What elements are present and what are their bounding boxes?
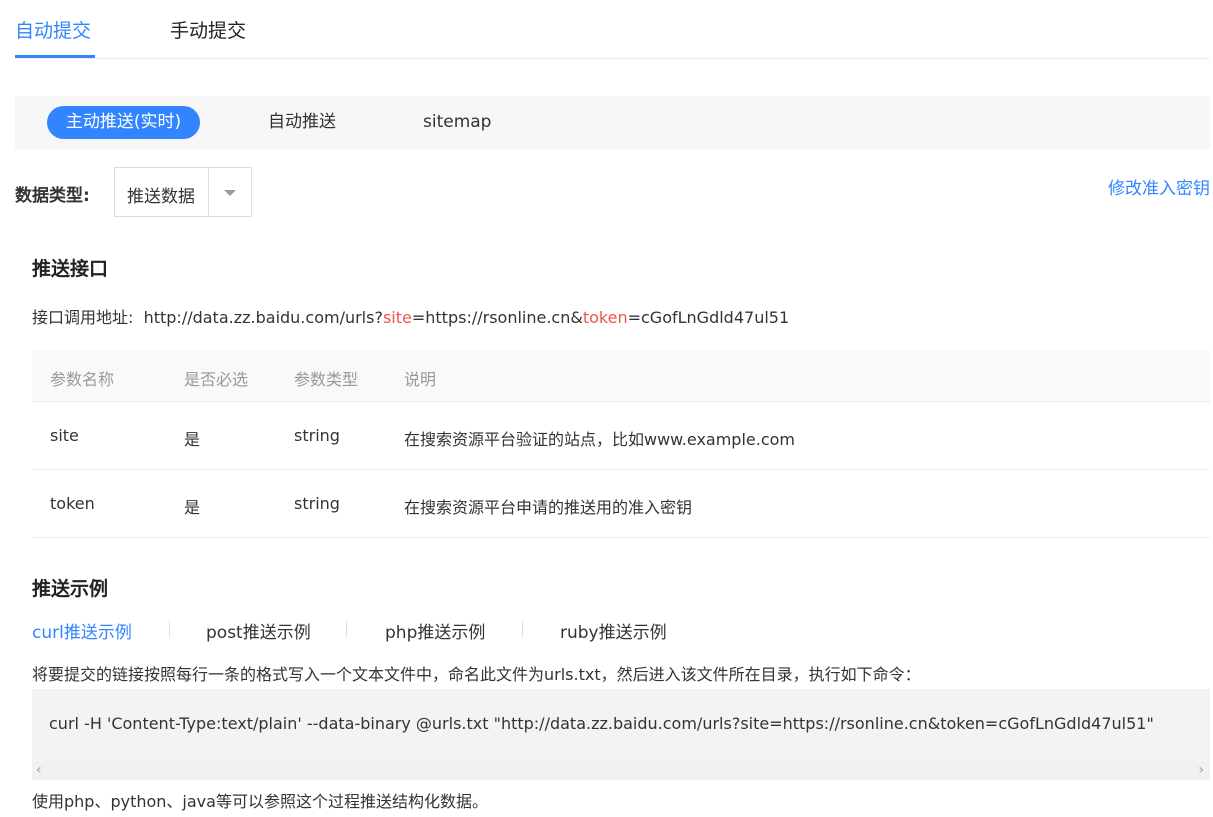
data-type-value: 推送数据 xyxy=(127,187,195,207)
footer-note: 使用php、python、java等可以参照这个过程推送结构化数据。 xyxy=(32,792,488,811)
table-header: 参数名称 是否必选 参数类型 说明 xyxy=(32,350,1210,402)
cell-description: 在搜索资源平台验证的站点，比如www.example.com xyxy=(404,430,796,449)
select-divider xyxy=(208,168,209,216)
chevron-down-icon xyxy=(224,190,236,196)
push-method-tabs: 主动推送(实时) 自动推送 sitemap xyxy=(15,96,1210,149)
tab-ruby-example[interactable]: ruby推送示例 xyxy=(560,618,667,643)
tab-divider xyxy=(169,621,170,637)
code-command: curl -H 'Content-Type:text/plain' --data… xyxy=(49,714,1154,733)
header-required: 是否必选 xyxy=(184,370,249,389)
api-token-value: =cGofLnGdld47ul51 xyxy=(627,308,790,327)
api-url-line: 接口调用地址: http://data.zz.baidu.com/urls?si… xyxy=(32,304,789,328)
horizontal-scrollbar[interactable]: ‹ › xyxy=(32,761,1210,780)
cell-param-type: string xyxy=(294,426,340,445)
modify-key-link[interactable]: 修改准入密钥 xyxy=(1108,174,1210,199)
table-row: token 是 string 在搜索资源平台申请的推送用的准入密钥 xyxy=(32,470,1210,538)
table-row: site 是 string 在搜索资源平台验证的站点，比如www.example… xyxy=(32,402,1210,470)
tab-php-example[interactable]: php推送示例 xyxy=(385,618,485,643)
cell-required: 是 xyxy=(184,430,201,449)
cell-description: 在搜索资源平台申请的推送用的准入密钥 xyxy=(404,498,693,517)
data-type-select[interactable]: 推送数据 xyxy=(114,167,252,217)
tab-divider xyxy=(522,621,523,637)
top-tabs: 自动提交 手动提交 xyxy=(15,0,1210,59)
tab-auto-submit[interactable]: 自动提交 xyxy=(15,16,91,43)
example-tabs: curl推送示例 post推送示例 php推送示例 ruby推送示例 xyxy=(32,618,832,643)
chevron-left-icon[interactable]: ‹ xyxy=(36,762,42,779)
header-param-type: 参数类型 xyxy=(294,370,359,389)
api-url-label: 接口调用地址: xyxy=(32,308,134,327)
api-url-prefix: http://data.zz.baidu.com/urls? xyxy=(143,308,383,327)
cell-param-name: site xyxy=(50,426,79,445)
tab-sitemap[interactable]: sitemap xyxy=(423,106,491,139)
cell-param-type: string xyxy=(294,494,340,513)
header-description: 说明 xyxy=(404,370,437,389)
tab-auto-push[interactable]: 自动推送 xyxy=(268,106,336,139)
header-param-name: 参数名称 xyxy=(50,370,115,389)
chevron-right-icon[interactable]: › xyxy=(1198,762,1204,779)
push-examples-heading: 推送示例 xyxy=(32,578,109,600)
param-table: 参数名称 是否必选 参数类型 说明 site 是 string 在搜索资源平台验… xyxy=(32,350,1210,538)
data-type-label: 数据类型: xyxy=(15,186,90,206)
push-api-heading: 推送接口 xyxy=(32,258,109,280)
tab-curl-example[interactable]: curl推送示例 xyxy=(32,618,132,643)
active-tab-underline xyxy=(15,55,95,58)
tab-active-push[interactable]: 主动推送(实时) xyxy=(47,106,200,139)
api-param-site: site xyxy=(382,308,412,327)
cell-param-name: token xyxy=(50,494,95,513)
api-site-value: =https://rsonline.cn& xyxy=(411,308,583,327)
tab-manual-submit[interactable]: 手动提交 xyxy=(170,16,246,43)
tab-post-example[interactable]: post推送示例 xyxy=(206,618,311,643)
api-param-token: token xyxy=(582,308,628,327)
example-description: 将要提交的链接按照每行一条的格式写入一个文本文件中，命名此文件为urls.txt… xyxy=(32,665,921,684)
tab-divider xyxy=(346,621,347,637)
cell-required: 是 xyxy=(184,498,201,517)
code-block: curl -H 'Content-Type:text/plain' --data… xyxy=(32,689,1210,780)
